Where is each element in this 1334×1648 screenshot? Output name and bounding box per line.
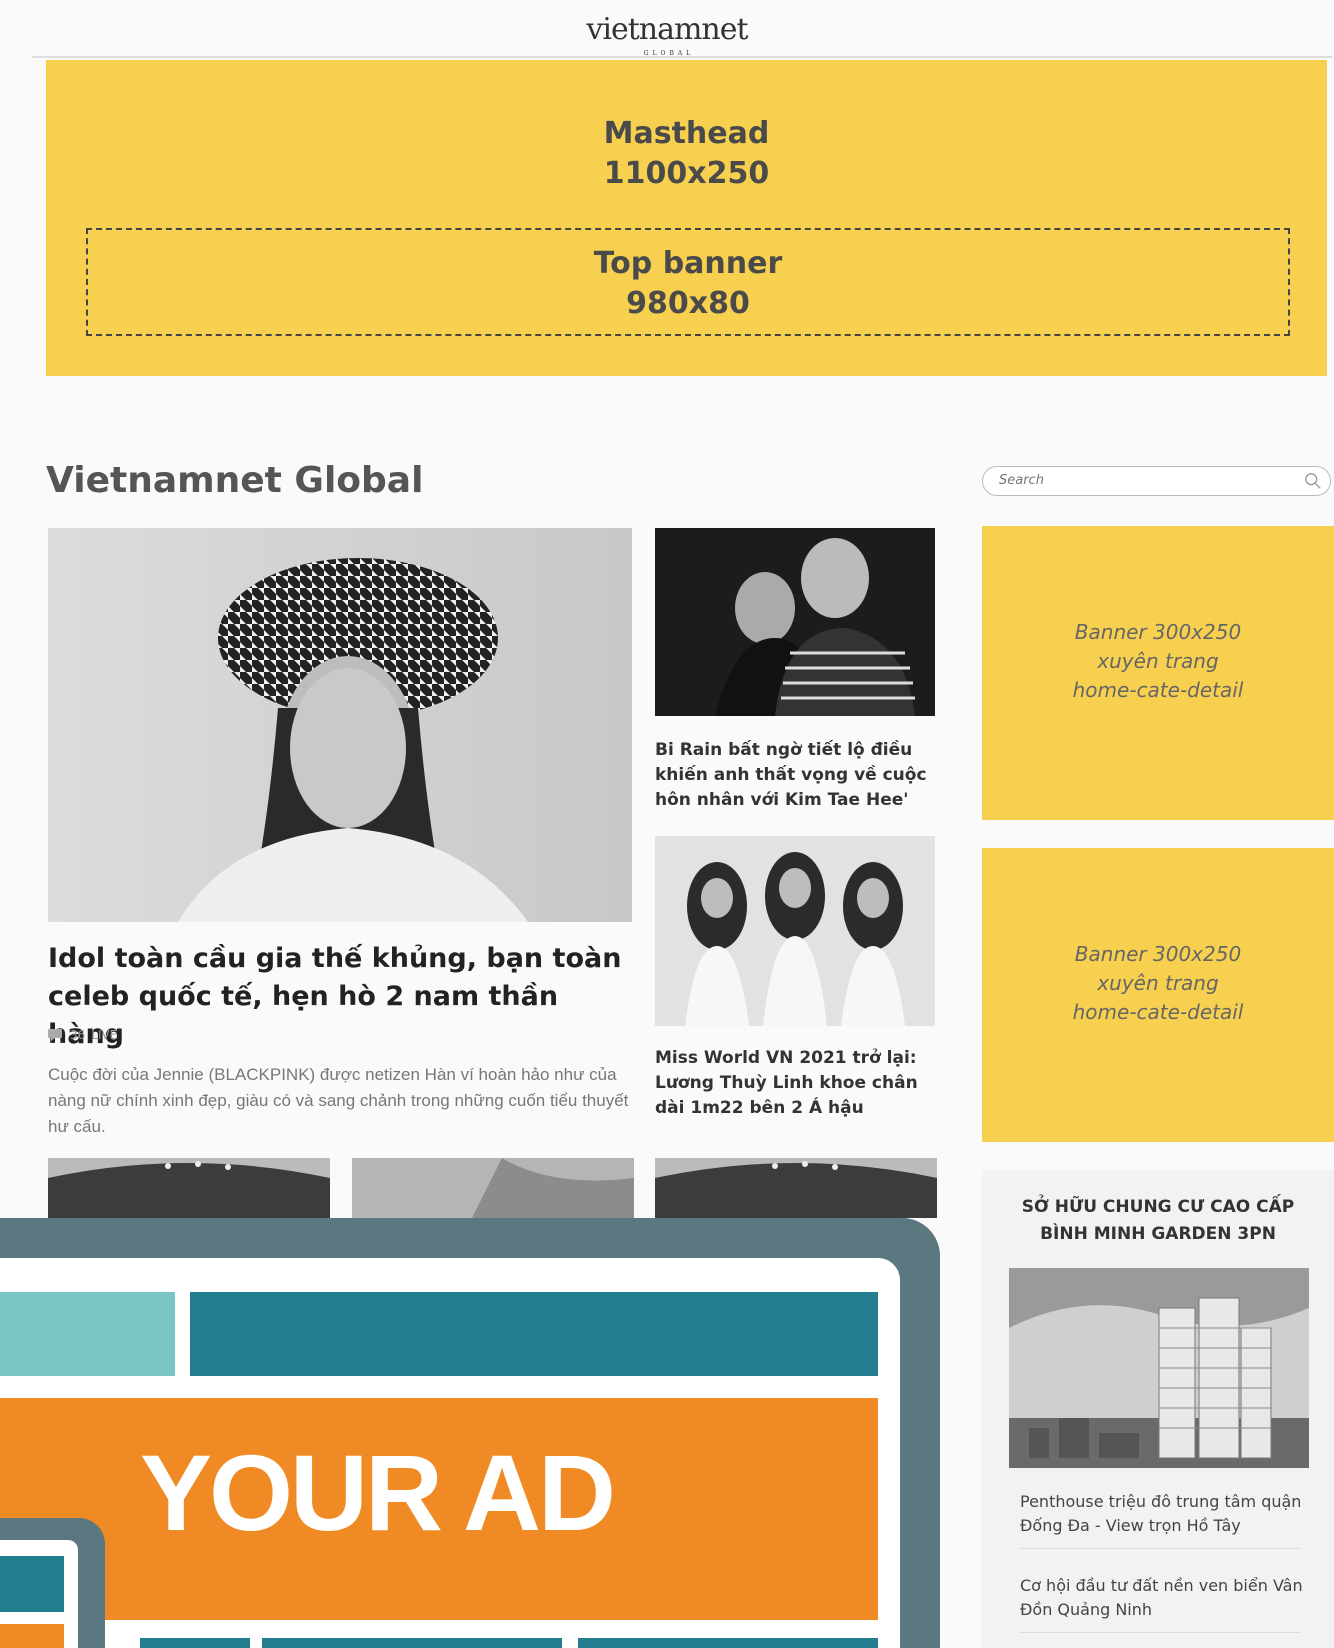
feature-headline[interactable]: Idol toàn cầu gia thế khủng, bạn toàn ce… (48, 940, 638, 1054)
masthead-label-line2: 1100x250 (603, 156, 770, 191)
sidebar-banner-line2: xuyên trang (1097, 649, 1219, 673)
search-box[interactable] (982, 466, 1331, 496)
overlay-ad-block (0, 1556, 64, 1612)
side-article-photo-placeholder (655, 836, 935, 1026)
feature-image[interactable] (48, 528, 632, 922)
feature-photo-placeholder (48, 528, 632, 922)
overlay-ad-block (262, 1638, 562, 1648)
thumbnail-photo-placeholder (48, 1158, 330, 1218)
search-input[interactable] (997, 472, 1301, 489)
side-article-image[interactable] (655, 836, 935, 1026)
top-banner-label-line1: Top banner (593, 246, 783, 281)
article-thumbnail[interactable] (48, 1158, 330, 1218)
sidebar-banner-label: Banner 300x250 xuyên trang home-cate-det… (982, 940, 1334, 1027)
comment-count: 36 (70, 1028, 86, 1042)
sidebar-banner-line1: Banner 300x250 (1074, 620, 1242, 644)
promo-link[interactable]: Cơ hội đầu tư đất nền ven biển Vân Đồn Q… (1020, 1574, 1310, 1622)
promo-link[interactable]: Penthouse triệu đô trung tâm quận Đống Đ… (1020, 1490, 1310, 1538)
promo-title-line2: BÌNH MINH GARDEN 3PN (1040, 1224, 1276, 1244)
side-article-image[interactable] (655, 528, 935, 716)
sidebar-banner-label: Banner 300x250 xuyên trang home-cate-det… (982, 618, 1334, 705)
logo-wordmark: vietnamnet (586, 11, 748, 47)
thumbnail-photo-placeholder (655, 1158, 937, 1218)
overlay-ad-block (190, 1292, 878, 1376)
promo-image[interactable] (1009, 1268, 1309, 1468)
search-icon[interactable] (1304, 472, 1322, 490)
feature-meta: 36 LIVE (48, 1028, 117, 1042)
feature-summary: Cuộc đời của Jennie (BLACKPINK) được net… (48, 1065, 629, 1136)
masthead-banner[interactable]: Masthead 1100x250 Top banner 980x80 (46, 60, 1327, 376)
side-article-headline[interactable]: Miss World VN 2021 trở lại: Lương Thuỳ L… (655, 1046, 945, 1121)
comment-icon (48, 1029, 62, 1041)
thumbnail-photo-placeholder (352, 1158, 634, 1218)
masthead-label: Masthead 1100x250 (46, 114, 1327, 194)
article-thumbnail[interactable] (655, 1158, 937, 1218)
overlay-ad-block (0, 1624, 64, 1648)
overlay-ad[interactable]: YOUR AD (0, 1218, 940, 1648)
promo-title: SỞ HỮU CHUNG CƯ CAO CẤP BÌNH MINH GARDEN… (982, 1194, 1334, 1248)
side-article-headline[interactable]: Bi Rain bất ngờ tiết lộ điều khiến anh t… (655, 738, 945, 813)
sidebar-banner[interactable]: Banner 300x250 xuyên trang home-cate-det… (982, 526, 1334, 820)
masthead-label-line1: Masthead (603, 116, 770, 151)
sidebar-banner-line2: xuyên trang (1097, 971, 1219, 995)
live-badge: LIVE (91, 1028, 118, 1042)
promo-box: SỞ HỮU CHUNG CƯ CAO CẤP BÌNH MINH GARDEN… (982, 1170, 1334, 1648)
promo-divider (1020, 1632, 1300, 1633)
promo-title-line1: SỞ HỮU CHUNG CƯ CAO CẤP (1021, 1197, 1295, 1217)
overlay-ad-block (140, 1638, 250, 1648)
sidebar-banner-line3: home-cate-detail (1072, 678, 1244, 702)
header-divider (32, 56, 1332, 58)
top-banner[interactable]: Top banner 980x80 (86, 228, 1290, 336)
side-article-photo-placeholder (655, 528, 935, 716)
article-thumbnail[interactable] (352, 1158, 634, 1218)
overlay-ad-block (578, 1638, 878, 1648)
promo-divider (1020, 1548, 1300, 1549)
top-banner-label-line2: 980x80 (626, 286, 750, 321)
overlay-ad-screen: YOUR AD (0, 1258, 900, 1648)
overlay-ad-device-screen (0, 1540, 78, 1648)
sidebar-banner-line3: home-cate-detail (1072, 1000, 1244, 1024)
overlay-ad-text: YOUR AD (140, 1432, 616, 1553)
page-title: Vietnamnet Global (46, 460, 424, 501)
promo-photo-placeholder (1009, 1268, 1309, 1468)
sidebar-banner[interactable]: Banner 300x250 xuyên trang home-cate-det… (982, 848, 1334, 1142)
overlay-ad-block (0, 1292, 175, 1376)
top-banner-label: Top banner 980x80 (88, 244, 1288, 324)
overlay-ad-device (0, 1518, 105, 1648)
sidebar-banner-line1: Banner 300x250 (1074, 942, 1242, 966)
site-logo[interactable]: vietnamnet GLOBAL (0, 0, 1334, 58)
